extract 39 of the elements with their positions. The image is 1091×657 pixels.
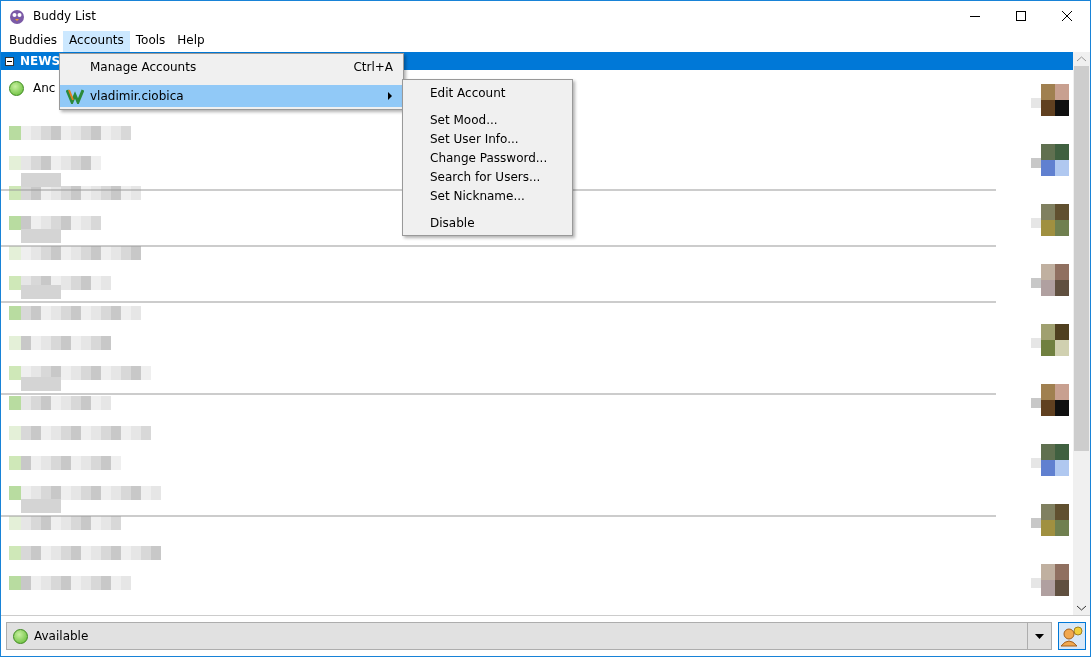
pixelated-group-name — [21, 499, 61, 513]
menu-item[interactable]: Change Password... — [403, 148, 572, 167]
pixelated-avatar — [1031, 144, 1069, 176]
scrollbar[interactable] — [1073, 52, 1090, 615]
pixelated-avatar — [1031, 84, 1069, 116]
menu-item[interactable]: vladimir.ciobica — [60, 85, 403, 107]
pixelated-group-name — [21, 229, 61, 243]
menu-item[interactable]: Set Mood... — [403, 110, 572, 129]
menu-item[interactable]: Set User Info... — [403, 129, 572, 148]
pixelated-group-name — [21, 377, 61, 391]
group-name: NEWS — [20, 54, 61, 68]
buddy-name[interactable]: Anc — [33, 81, 56, 95]
menu-item[interactable]: Tools — [129, 31, 172, 52]
menu-item[interactable]: Disable — [403, 213, 572, 232]
pixelated-avatar — [1031, 384, 1069, 416]
menu-item[interactable]: Accounts — [63, 31, 130, 52]
pixelated-group-name — [21, 173, 61, 187]
buddy-icon-button[interactable] — [1058, 622, 1086, 650]
close-icon — [1061, 10, 1073, 22]
pixelated-avatar — [1031, 564, 1069, 596]
pixelated-avatar — [1031, 264, 1069, 296]
pixelated-avatar — [1031, 504, 1069, 536]
collapse-icon[interactable] — [5, 56, 14, 66]
menu-item[interactable]: Buddies — [3, 31, 64, 52]
menu-item[interactable]: Edit Account — [403, 83, 572, 102]
pixelated-avatar — [1031, 204, 1069, 236]
pixelated-group-name — [21, 285, 61, 299]
menu-item[interactable]: Search for Users... — [403, 167, 572, 186]
menu-item[interactable]: Set Nickname... — [403, 186, 572, 205]
menu-item[interactable]: Help — [171, 31, 211, 52]
pixelated-avatar — [1031, 324, 1069, 356]
account-icon — [66, 88, 84, 104]
app-icon — [9, 8, 25, 24]
status-dropdown[interactable]: Available — [6, 622, 1052, 650]
dropdown-arrow-icon[interactable] — [1035, 633, 1044, 639]
pixelated-avatar — [1031, 444, 1069, 476]
maximize-icon — [1015, 10, 1027, 22]
scroll-thumb[interactable] — [1074, 66, 1089, 451]
window-title: Buddy List — [33, 9, 96, 23]
